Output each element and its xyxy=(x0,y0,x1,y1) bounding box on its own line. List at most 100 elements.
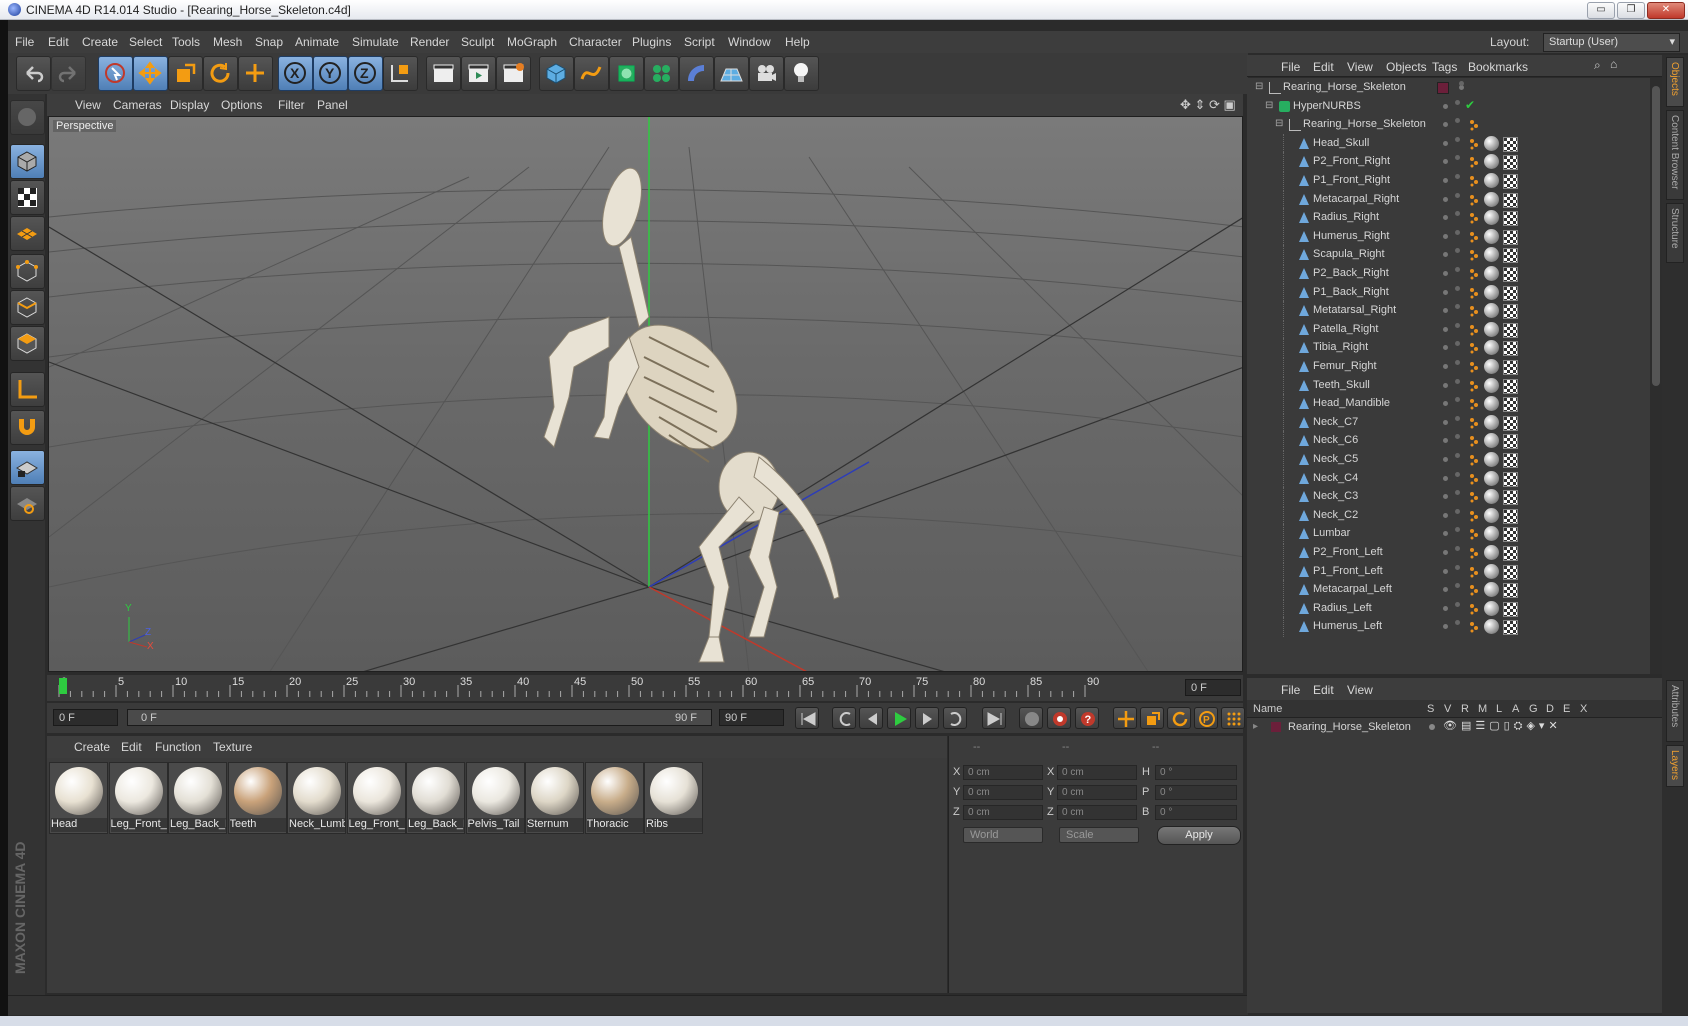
add-mograph-button[interactable] xyxy=(644,56,679,91)
object-row[interactable]: P1_Back_Right xyxy=(1247,282,1650,303)
object-row[interactable]: Lumbar xyxy=(1247,524,1650,545)
rot-p-field[interactable]: 0 ° xyxy=(1155,785,1237,800)
key-position-button[interactable] xyxy=(1113,707,1137,729)
render-visibility-dot[interactable] xyxy=(1455,378,1460,384)
snapping-button[interactable] xyxy=(10,450,45,485)
render-visibility-dot[interactable] xyxy=(1455,453,1460,458)
previous-key-button[interactable] xyxy=(832,707,856,729)
record-keys-button[interactable] xyxy=(1019,707,1043,729)
material-tag-icon[interactable] xyxy=(1484,600,1499,616)
size-z-field[interactable]: 0 cm xyxy=(1057,805,1137,820)
axis-mode-button[interactable] xyxy=(10,372,45,407)
object-row[interactable]: ⊟ Rearing_Horse_Skeleton xyxy=(1247,115,1650,135)
viewport-menu-options[interactable]: Options xyxy=(221,98,262,112)
coordinate-system-button[interactable] xyxy=(383,56,418,91)
texture-mode-button[interactable] xyxy=(10,180,45,215)
material-thumbnail[interactable]: Teeth xyxy=(227,762,287,834)
phong-tag-icon[interactable] xyxy=(1469,175,1479,187)
object-row[interactable]: Humerus_Left xyxy=(1247,617,1650,638)
tab-content-browser[interactable]: Content Browser xyxy=(1666,110,1684,200)
render-visibility-dot[interactable] xyxy=(1455,620,1460,626)
menu-character[interactable]: Character xyxy=(569,35,622,49)
object-row[interactable]: Radius_Left xyxy=(1247,598,1650,619)
layer-solo-toggle[interactable] xyxy=(1429,724,1435,730)
3d-viewport[interactable]: Perspective Y Z X xyxy=(48,116,1243,672)
size-x-field[interactable]: 0 cm xyxy=(1057,765,1137,780)
material-tag-icon[interactable] xyxy=(1484,173,1499,188)
editor-visibility-dot[interactable] xyxy=(1443,271,1448,276)
object-list-scrollbar[interactable] xyxy=(1650,78,1662,674)
next-key-button[interactable] xyxy=(943,707,967,729)
editor-visibility-dot[interactable] xyxy=(1443,494,1448,500)
uvw-tag-icon[interactable] xyxy=(1503,583,1518,599)
object-row[interactable]: Neck_C6 xyxy=(1247,431,1650,452)
object-name[interactable]: Radius_Right xyxy=(1313,211,1379,223)
object-name[interactable]: Metacarpal_Right xyxy=(1313,193,1399,205)
phong-tag-icon[interactable] xyxy=(1469,324,1479,336)
polygons-mode-button[interactable] xyxy=(10,326,45,361)
key-parameter-button[interactable]: P xyxy=(1194,707,1218,729)
render-visibility-dot[interactable] xyxy=(1455,304,1460,310)
uvw-tag-icon[interactable] xyxy=(1503,360,1518,375)
editor-visibility-dot[interactable] xyxy=(1443,605,1448,611)
object-row[interactable]: Scapula_Right xyxy=(1247,245,1650,266)
size-y-field[interactable]: 0 cm xyxy=(1057,785,1137,800)
material-tag-icon[interactable] xyxy=(1484,340,1499,356)
uvw-tag-icon[interactable] xyxy=(1503,415,1518,431)
material-tag-icon[interactable] xyxy=(1484,303,1499,319)
object-name[interactable]: Humerus_Left xyxy=(1313,620,1382,632)
play-button[interactable] xyxy=(887,707,911,729)
editor-visibility-dot[interactable] xyxy=(1443,457,1448,462)
phong-tag-icon[interactable] xyxy=(1469,621,1479,633)
editor-visibility-dot[interactable] xyxy=(1443,252,1448,258)
material-tag-icon[interactable] xyxy=(1484,619,1499,635)
material-tag-icon[interactable] xyxy=(1484,247,1499,263)
phong-tag-icon[interactable] xyxy=(1469,380,1479,392)
phong-tag-icon[interactable] xyxy=(1469,528,1479,540)
menu-tools[interactable]: Tools xyxy=(172,35,200,49)
locked-workplane-button[interactable] xyxy=(10,486,45,521)
redo-button[interactable] xyxy=(51,56,86,91)
close-button[interactable]: ✕ xyxy=(1647,2,1685,19)
menu-mograph[interactable]: MoGraph xyxy=(507,35,557,49)
om-menu-tags[interactable]: Tags xyxy=(1432,60,1457,74)
viewport-menu-cameras[interactable]: Cameras xyxy=(113,98,162,112)
phong-tag-icon[interactable] xyxy=(1469,194,1479,206)
uvw-tag-icon[interactable] xyxy=(1503,490,1518,506)
om-menu-file[interactable]: File xyxy=(1281,60,1300,74)
editor-visibility-dot[interactable] xyxy=(1443,587,1448,593)
live-selection-button[interactable] xyxy=(98,56,133,91)
object-row[interactable]: P2_Back_Right xyxy=(1247,264,1650,284)
object-row[interactable]: Metacarpal_Right xyxy=(1247,189,1650,210)
object-row[interactable]: Neck_C3 xyxy=(1247,487,1650,508)
object-row[interactable]: Femur_Right xyxy=(1247,357,1650,377)
object-name[interactable]: HyperNURBS xyxy=(1293,100,1361,112)
add-spline-button[interactable] xyxy=(574,56,609,91)
material-thumbnail[interactable]: Leg_Front_ xyxy=(346,762,406,834)
apply-button[interactable]: Apply xyxy=(1157,826,1241,845)
object-name[interactable]: Neck_C4 xyxy=(1313,472,1358,484)
render-visibility-dot[interactable] xyxy=(1455,248,1460,254)
phong-tag-icon[interactable] xyxy=(1469,212,1479,224)
timeline-ruler[interactable]: 051015202530354045505560657075808590 0 F xyxy=(47,675,1243,701)
move-tool-button[interactable] xyxy=(133,56,168,91)
om-search-icon[interactable]: ⌕ xyxy=(1594,58,1601,73)
uvw-tag-icon[interactable] xyxy=(1503,397,1518,413)
menu-mesh[interactable]: Mesh xyxy=(213,35,242,49)
object-name[interactable]: Head_Skull xyxy=(1313,137,1369,149)
key-pla-button[interactable] xyxy=(1221,707,1245,729)
editor-visibility-dot[interactable] xyxy=(1443,122,1448,128)
object-row[interactable]: Neck_C7 xyxy=(1247,412,1650,433)
render-visibility-dot[interactable] xyxy=(1455,192,1460,198)
editor-visibility-dot[interactable] xyxy=(1443,438,1448,444)
object-row[interactable]: Tibia_Right xyxy=(1247,338,1650,359)
lm-menu-file[interactable]: File xyxy=(1281,683,1300,697)
material-tag-icon[interactable] xyxy=(1484,545,1499,560)
recent-tool-button[interactable] xyxy=(238,56,273,91)
collapse-icon[interactable]: ⊟ xyxy=(1255,81,1263,92)
object-name[interactable]: Femur_Right xyxy=(1313,360,1377,372)
object-row[interactable]: Neck_C4 xyxy=(1247,468,1650,489)
minimize-button[interactable]: ▭ xyxy=(1587,2,1615,19)
render-visibility-dot[interactable] xyxy=(1455,490,1460,496)
editor-visibility-dot[interactable] xyxy=(1443,308,1448,314)
